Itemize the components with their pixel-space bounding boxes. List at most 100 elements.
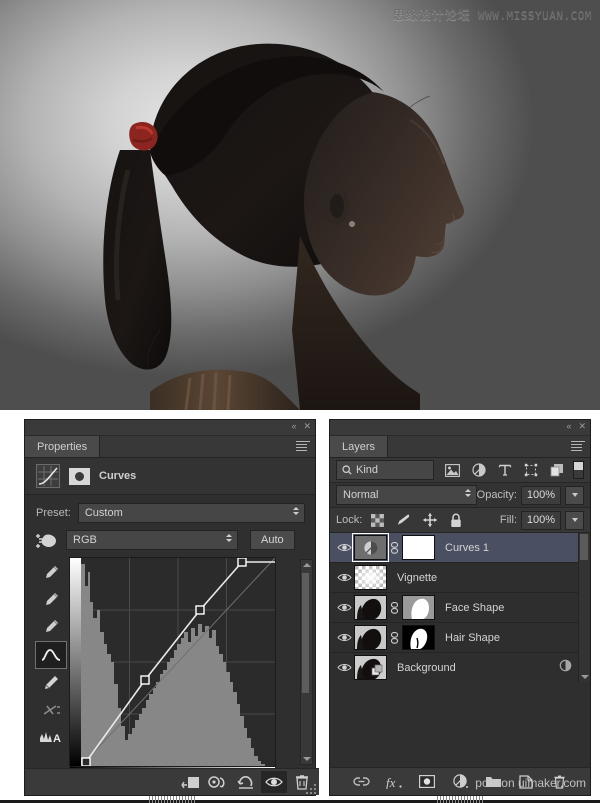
- fill-stepper[interactable]: [565, 510, 584, 530]
- clip-to-layer-icon[interactable]: [177, 771, 203, 793]
- reset-icon[interactable]: [233, 771, 259, 793]
- opacity-label: Opacity:: [476, 489, 517, 501]
- toggle-visibility-icon[interactable]: [261, 771, 287, 793]
- new-layer-icon[interactable]: [517, 773, 535, 791]
- filter-smart-object-icon[interactable]: [549, 463, 564, 478]
- layers-titlebar: « ✕: [330, 420, 590, 436]
- filter-adjustment-layers-icon[interactable]: [471, 463, 486, 478]
- fill-label: Fill:: [499, 514, 517, 526]
- layer-row-face-shape[interactable]: Face Shape: [330, 593, 590, 623]
- toggle-previous-state-icon[interactable]: [205, 771, 231, 793]
- layer-thumbnail-photo[interactable]: [354, 595, 387, 620]
- layer-mask-thumbnail[interactable]: [402, 595, 435, 620]
- layer-name: Hair Shape: [445, 631, 501, 644]
- layer-visibility-icon[interactable]: [334, 602, 354, 613]
- chevron-updown-icon: [292, 507, 300, 519]
- scroll-down-icon[interactable]: [581, 675, 589, 679]
- scroll-down-icon[interactable]: [303, 757, 311, 761]
- channel-row: RGB Auto: [25, 530, 315, 550]
- delete-layer-icon[interactable]: [550, 773, 568, 791]
- watermark-cn-text: 思缘设计论坛: [392, 8, 471, 22]
- curve-point-tool-icon[interactable]: [35, 641, 67, 669]
- link-layers-icon[interactable]: [352, 773, 370, 791]
- search-icon: [342, 465, 352, 475]
- opacity-stepper[interactable]: [565, 485, 584, 505]
- filter-type-layers-icon[interactable]: [497, 463, 512, 478]
- channel-select[interactable]: RGB: [66, 530, 238, 550]
- curves-header: Curves: [25, 458, 315, 495]
- layer-visibility-icon[interactable]: [334, 572, 354, 583]
- opacity-value[interactable]: 100%: [521, 485, 561, 505]
- lock-image-pixels-icon[interactable]: [396, 513, 411, 528]
- tab-layers[interactable]: Layers: [330, 436, 389, 457]
- lock-fill-row: Lock: Fill: 100%: [330, 508, 590, 533]
- layer-thumbnail-photo[interactable]: [354, 625, 387, 650]
- svg-text:fx: fx: [386, 775, 396, 789]
- filter-pixel-layers-icon[interactable]: [445, 463, 460, 478]
- panel-menu-icon[interactable]: [296, 441, 310, 452]
- properties-footer: [25, 768, 319, 803]
- black-point-eyedropper-icon[interactable]: [36, 560, 66, 586]
- link-mask-icon[interactable]: [390, 601, 399, 614]
- lock-all-icon[interactable]: [448, 513, 463, 528]
- panel-menu-icon[interactable]: [571, 441, 585, 452]
- layer-thumbnail-adjustment[interactable]: [352, 533, 389, 562]
- layer-name: Background: [397, 661, 456, 674]
- layer-visibility-icon[interactable]: [334, 662, 354, 673]
- blend-mode-select[interactable]: Normal: [336, 485, 477, 505]
- fill-value[interactable]: 100%: [521, 510, 561, 530]
- layer-mask-thumbnail[interactable]: [69, 467, 90, 485]
- layer-list: Curves 1 Vignette Face Shape Hair Shape …: [330, 533, 590, 682]
- new-adjustment-layer-icon[interactable]: [451, 773, 469, 791]
- layer-name: Curves 1: [445, 541, 490, 554]
- layer-mask-thumbnail[interactable]: [402, 535, 435, 560]
- clipping-warning-icon[interactable]: A: [36, 724, 66, 750]
- layer-thumbnail-vignette[interactable]: [354, 565, 387, 590]
- filter-enable-toggle[interactable]: [573, 461, 584, 479]
- collapse-icon[interactable]: «: [566, 421, 571, 432]
- blend-opacity-row: Normal Opacity: 100%: [330, 483, 590, 508]
- preset-label: Preset:: [36, 507, 71, 519]
- svg-text:A: A: [53, 733, 61, 744]
- layer-visibility-icon[interactable]: [334, 542, 354, 553]
- layers-scrollbar[interactable]: [578, 533, 590, 682]
- filter-shape-layers-icon[interactable]: [523, 463, 538, 478]
- layer-row-vignette[interactable]: Vignette: [330, 563, 590, 593]
- link-mask-icon[interactable]: [390, 631, 399, 644]
- filter-kind-select[interactable]: Kind: [336, 460, 435, 480]
- curves-adjustment-icon: [36, 464, 60, 488]
- white-point-eyedropper-icon[interactable]: [36, 614, 66, 640]
- auto-button[interactable]: Auto: [250, 530, 295, 550]
- on-image-adjust-icon[interactable]: [34, 531, 60, 550]
- lock-position-icon[interactable]: [422, 513, 437, 528]
- close-icon[interactable]: ✕: [578, 421, 586, 432]
- scroll-up-icon[interactable]: [303, 563, 311, 567]
- properties-scrollbar[interactable]: [300, 559, 313, 765]
- layer-row-background[interactable]: Background: [330, 653, 590, 682]
- curves-graph[interactable]: [68, 557, 276, 788]
- collapse-icon[interactable]: «: [291, 421, 296, 432]
- layer-style-fx-icon[interactable]: fx: [385, 773, 403, 791]
- smooth-curve-icon[interactable]: [36, 697, 66, 723]
- layer-row-hair-shape[interactable]: Hair Shape: [330, 623, 590, 653]
- scrollbar-thumb[interactable]: [580, 534, 588, 560]
- pencil-draw-curve-icon[interactable]: [36, 670, 66, 696]
- scrollbar-thumb[interactable]: [302, 573, 309, 693]
- tabrow-filler: [388, 436, 590, 457]
- layer-row-curves-1[interactable]: Curves 1: [330, 533, 590, 563]
- resize-grip[interactable]: [306, 782, 317, 794]
- close-icon[interactable]: ✕: [303, 421, 311, 432]
- gray-point-eyedropper-icon[interactable]: [36, 587, 66, 613]
- curve-tools: A: [33, 557, 69, 767]
- layer-thumbnail-photo[interactable]: [354, 655, 387, 680]
- layer-visibility-icon[interactable]: [334, 632, 354, 643]
- new-group-icon[interactable]: [484, 773, 502, 791]
- preset-select[interactable]: Custom: [77, 503, 305, 523]
- tab-properties[interactable]: Properties: [25, 436, 101, 457]
- link-mask-icon[interactable]: [390, 541, 399, 554]
- add-layer-mask-icon[interactable]: [418, 773, 436, 791]
- layer-mask-thumbnail[interactable]: [402, 625, 435, 650]
- chevron-updown-icon: [226, 534, 233, 546]
- lock-transparent-pixels-icon[interactable]: [370, 513, 385, 528]
- layer-name: Face Shape: [445, 601, 505, 614]
